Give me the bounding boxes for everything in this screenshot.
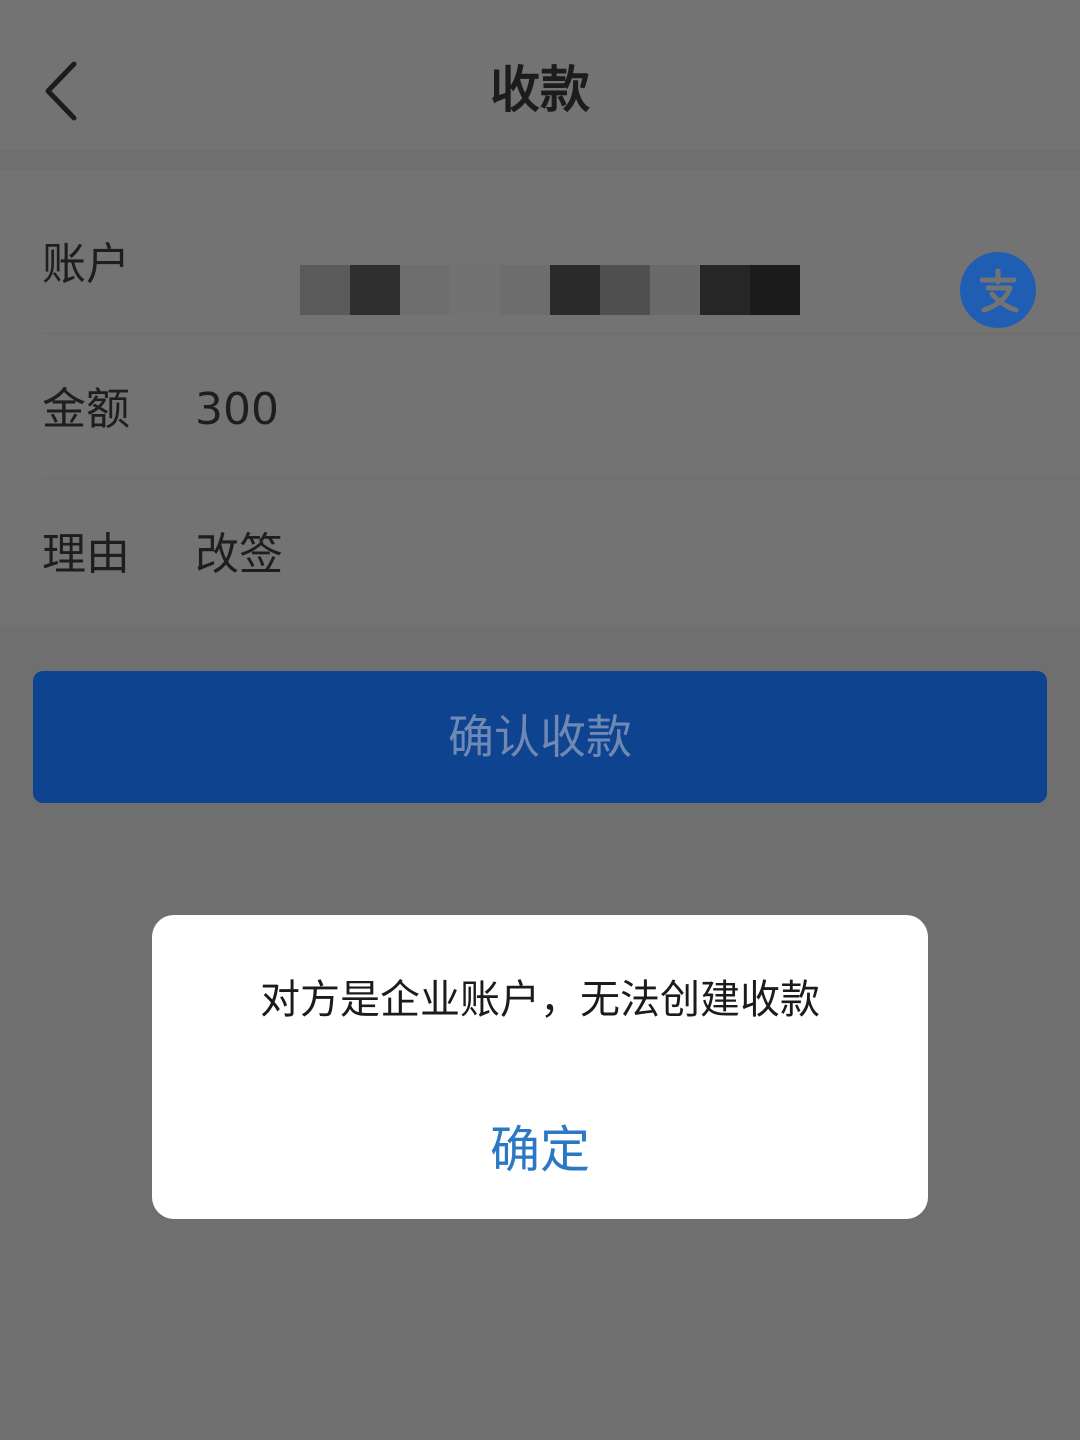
reason-row[interactable]: 理由 改签 [0, 485, 1080, 625]
redacted-account-value [300, 265, 800, 315]
dialog-message: 对方是企业账户，无法创建收款 [260, 977, 820, 1023]
divider [42, 333, 1080, 334]
amount-value[interactable]: 300 [195, 340, 279, 480]
divider [42, 478, 1080, 479]
alert-dialog: 对方是企业账户，无法创建收款 确定 [152, 915, 928, 1219]
page-title: 收款 [490, 61, 590, 119]
dialog-ok-button[interactable]: 确定 [152, 1110, 928, 1190]
alipay-icon[interactable] [960, 252, 1036, 328]
account-label: 账户 [42, 239, 130, 290]
amount-label: 金额 [42, 384, 130, 435]
amount-row[interactable]: 金额 300 [0, 340, 1080, 480]
confirm-payment-button[interactable]: 确认收款 [33, 671, 1047, 803]
account-row[interactable]: 账户 [0, 195, 1080, 335]
reason-label: 理由 [42, 529, 130, 580]
nav-bar: 收款 [0, 0, 1080, 150]
reason-value[interactable]: 改签 [195, 485, 283, 625]
payment-form: 账户 金额 300 理由 改签 [0, 170, 1080, 625]
